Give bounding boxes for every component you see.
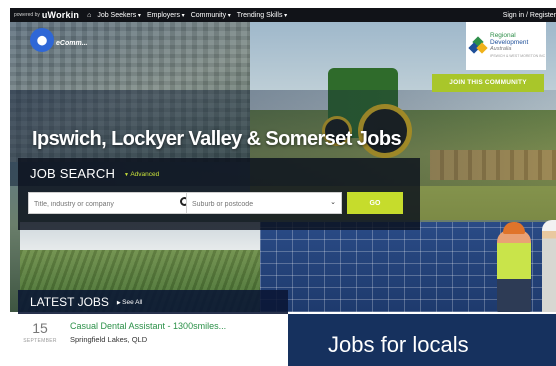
job-date: 15 SEPTEMBER [22, 320, 58, 344]
suburb-field: ⌄ [186, 192, 342, 215]
job-location: Springfield Lakes, QLD [70, 335, 148, 344]
job-day: 15 [32, 320, 48, 336]
menu-job-seekers[interactable]: Job Seekers [97, 12, 141, 19]
suburb-input[interactable] [187, 194, 341, 215]
chevron-down-icon[interactable]: ⌄ [330, 198, 336, 206]
menu-trending-skills[interactable]: Trending Skills [237, 12, 287, 19]
partner-line4: IPSWICH & WEST MORETON INC [490, 54, 546, 58]
latest-jobs-title: LATEST JOBS [30, 295, 109, 309]
partner-line1: Regional [490, 32, 516, 39]
jobs-for-locals-title: Jobs for locals [328, 332, 469, 357]
keyword-field [28, 192, 194, 215]
sign-in-link[interactable]: Sign in / Register [503, 12, 556, 19]
page-frame: powered by uWorkin ⌂ Job Seekers Employe… [0, 0, 556, 366]
uworkin-logo[interactable]: uWorkin [42, 10, 79, 20]
partner-line3: Australia [490, 46, 512, 52]
partner-logo: Regional Development Australia IPSWICH &… [466, 22, 546, 70]
worker-image [542, 220, 556, 312]
worker-image [497, 222, 531, 312]
job-title-link[interactable]: Casual Dental Assistant - 1300smiles... [70, 321, 226, 331]
latest-jobs-header: LATEST JOBS See All [18, 290, 288, 314]
community-logo-text: eComm... [56, 40, 88, 47]
join-community-button[interactable]: JOIN THIS COMMUNITY [432, 74, 544, 92]
job-search-title: JOB SEARCH [30, 166, 116, 181]
go-button[interactable]: GO [347, 192, 403, 214]
job-card[interactable]: 15 SEPTEMBER Casual Dental Assistant - 1… [18, 314, 284, 366]
jobs-for-locals-panel: Jobs for locals [288, 314, 556, 366]
home-icon[interactable]: ⌂ [87, 12, 91, 19]
top-nav: powered by uWorkin ⌂ Job Seekers Employe… [10, 8, 556, 22]
menu-community[interactable]: Community [191, 12, 231, 19]
job-search-panel: JOB SEARCH Advanced ⌄ GO [18, 158, 420, 230]
advanced-search-link[interactable]: Advanced [124, 171, 159, 178]
job-month: SEPTEMBER [23, 338, 57, 344]
see-all-link[interactable]: See All [117, 299, 142, 306]
menu-employers[interactable]: Employers [147, 12, 185, 19]
page-title: Ipswich, Lockyer Valley & Somerset Jobs [32, 128, 402, 150]
partner-line2: Development [490, 39, 529, 46]
keyword-input[interactable] [29, 194, 193, 215]
partner-logo-icon [468, 36, 488, 54]
powered-by-label: powered by [14, 12, 40, 18]
community-logo-icon[interactable]: ⬤ [30, 28, 54, 52]
